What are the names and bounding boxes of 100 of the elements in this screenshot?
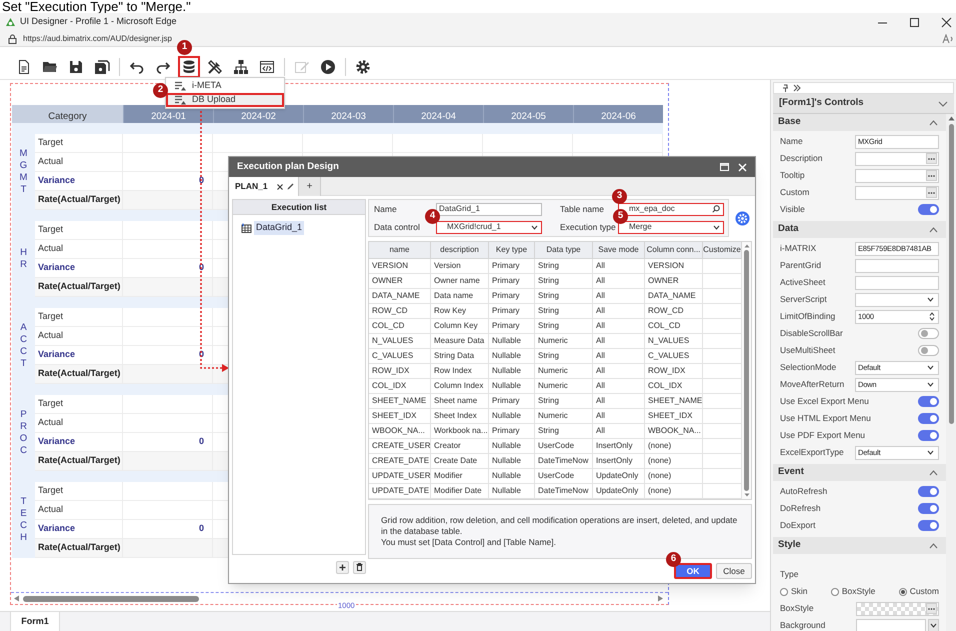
- double-chevron-icon[interactable]: [793, 84, 801, 92]
- table-cell: All: [593, 364, 645, 379]
- dropdown-field[interactable]: MXGrid!crud_1: [436, 220, 542, 234]
- property-label: DisableScrollBar: [780, 327, 844, 340]
- scroll-up-icon[interactable]: [948, 116, 954, 121]
- chevron-down-icon[interactable]: [938, 100, 948, 106]
- table-cell: COL_CD: [369, 319, 431, 334]
- section-title: Data: [778, 222, 800, 236]
- toggle-switch[interactable]: [918, 503, 939, 514]
- hierarchy-icon: [233, 59, 249, 75]
- column-header[interactable]: Data type: [535, 242, 593, 259]
- menu-item[interactable]: DB Upload: [166, 93, 284, 107]
- edit-icon: [294, 59, 310, 75]
- maximize-icon[interactable]: [909, 16, 920, 28]
- column-header[interactable]: description: [431, 242, 489, 259]
- group-label: MGMT: [18, 148, 28, 196]
- property-label: AutoRefresh: [780, 485, 828, 498]
- table-cell: CREATE_USER: [369, 439, 431, 454]
- toggle-switch[interactable]: [918, 413, 939, 424]
- sheet-tab[interactable]: Form1: [10, 612, 60, 631]
- property-label: Name: [780, 135, 804, 148]
- scroll-up-icon[interactable]: [744, 244, 750, 248]
- column-header[interactable]: Customize: [703, 242, 742, 259]
- property-label: Tooltip: [780, 169, 806, 182]
- ellipsis-button[interactable]: [926, 187, 937, 198]
- table-cell: (none): [645, 454, 703, 469]
- table-cell: COL_IDX: [645, 379, 703, 394]
- property-label: Custom: [780, 186, 810, 199]
- radio-option[interactable]: BoxStyle: [830, 585, 876, 598]
- document-icon: [16, 59, 32, 75]
- toggle-switch[interactable]: [918, 345, 939, 356]
- scrollbar-thumb[interactable]: [744, 250, 749, 491]
- table-cell: All: [593, 289, 645, 304]
- toggle-switch[interactable]: [918, 396, 939, 407]
- toggle-switch[interactable]: [918, 430, 939, 441]
- ellipsis-button[interactable]: [926, 170, 937, 181]
- dropdown-field[interactable]: Merge: [618, 220, 724, 234]
- dropdown-button[interactable]: [928, 619, 939, 631]
- scroll-right-icon[interactable]: [657, 595, 664, 602]
- plan-tab[interactable]: PLAN_1: [229, 177, 299, 196]
- toggle-switch[interactable]: [918, 520, 939, 531]
- table-cell: ROW_IDX: [645, 364, 703, 379]
- ellipsis-button[interactable]: [926, 153, 937, 164]
- input-field[interactable]: DataGrid_1: [436, 202, 542, 216]
- scroll-left-icon[interactable]: [13, 595, 20, 602]
- chevron-down-icon: [927, 297, 934, 302]
- caption-text: Set "Execution Type" to "Merge.": [1, 0, 192, 13]
- property-field[interactable]: [855, 276, 939, 290]
- scroll-down-icon[interactable]: [744, 493, 750, 497]
- property-label: ParentGrid: [780, 259, 822, 272]
- row-label: Rate(Actual/Target): [35, 191, 123, 209]
- property-field[interactable]: [855, 186, 939, 200]
- ok-button[interactable]: OK: [674, 563, 712, 579]
- pattern-field[interactable]: [856, 602, 939, 616]
- toggle-switch[interactable]: [918, 328, 939, 339]
- settings-icon[interactable]: [735, 210, 750, 226]
- property-field[interactable]: [855, 292, 939, 306]
- property-field[interactable]: [855, 258, 939, 272]
- group-label: TECH: [19, 496, 28, 544]
- section-header[interactable]: Base: [773, 114, 946, 131]
- scrollbar-thumb[interactable]: [23, 596, 199, 602]
- column-header[interactable]: Save mode: [593, 242, 645, 259]
- close-icon[interactable]: [277, 184, 283, 190]
- section-header[interactable]: Event: [773, 464, 946, 481]
- close-icon[interactable]: [941, 16, 952, 28]
- chevron-down-icon: [927, 382, 934, 387]
- toggle-switch[interactable]: [918, 486, 939, 497]
- table-cell: Nullable: [489, 469, 535, 484]
- section-header[interactable]: Data: [773, 221, 946, 238]
- close-button[interactable]: Close: [716, 563, 752, 579]
- radio-option[interactable]: Skin: [780, 585, 808, 598]
- column-header[interactable]: Column conn...: [645, 242, 703, 259]
- list-item[interactable]: DataGrid_1: [254, 221, 304, 234]
- pin-icon[interactable]: [782, 84, 789, 92]
- toggle-switch[interactable]: [918, 204, 939, 215]
- property-label: Use Excel Export Menu: [780, 395, 870, 408]
- table-cell: All: [593, 334, 645, 349]
- property-field[interactable]: [855, 168, 939, 182]
- add-tab-button[interactable]: +: [299, 177, 321, 196]
- table-cell: N_VALUES: [645, 334, 703, 349]
- scrollbar-thumb[interactable]: [948, 124, 954, 424]
- url-text[interactable]: https://aud.bimatrix.com/AUD/designer.jsp: [23, 32, 172, 44]
- list-header: Execution list: [233, 200, 365, 215]
- property-field[interactable]: [855, 152, 939, 166]
- color-field[interactable]: [856, 619, 926, 631]
- section-header[interactable]: Style: [773, 537, 946, 554]
- delete-button[interactable]: [353, 560, 366, 574]
- row-label: Rate(Actual/Target): [35, 278, 123, 296]
- table-cell: Row Key: [431, 304, 489, 319]
- ellipsis-button[interactable]: [926, 603, 937, 614]
- read-aloud-icon[interactable]: [942, 34, 954, 44]
- column-header[interactable]: name: [369, 242, 431, 259]
- table-cell: Nullable: [489, 454, 535, 469]
- table-cell: Numeric: [535, 364, 593, 379]
- menu-item[interactable]: i-META: [166, 79, 284, 93]
- table-cell: All: [593, 259, 645, 274]
- column-header[interactable]: Key type: [489, 242, 535, 259]
- add-button[interactable]: [336, 560, 349, 574]
- radio-option[interactable]: Custom: [898, 585, 939, 598]
- search-icon: [712, 205, 720, 213]
